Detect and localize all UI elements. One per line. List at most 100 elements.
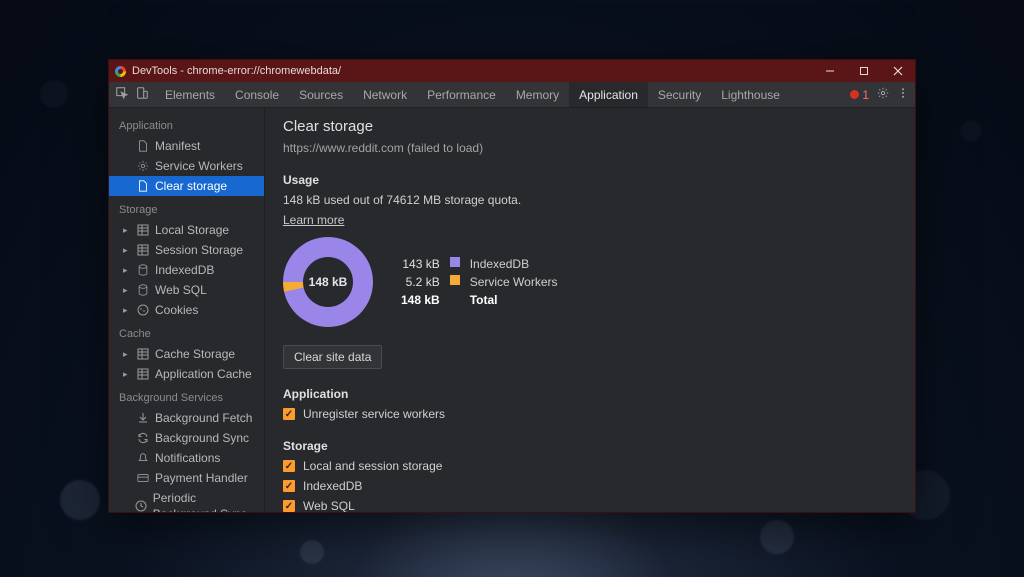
checkmark-icon: ✓ [283, 460, 295, 472]
checkbox-indexeddb[interactable]: ✓IndexedDB [283, 479, 897, 493]
db-icon [137, 284, 149, 296]
sidebar-section-application: Application [109, 112, 264, 136]
checkmark-icon: ✓ [283, 408, 295, 420]
legend-total-value: 148 kB [401, 293, 440, 307]
sidebar-item-manifest[interactable]: Manifest [109, 136, 264, 156]
usage-heading: Usage [283, 173, 897, 187]
sidebar-item-cache-storage[interactable]: ▸Cache Storage [109, 344, 264, 364]
sidebar-section-cache: Cache [109, 320, 264, 344]
sidebar-item-label: Background Fetch [155, 410, 252, 426]
chrome-favicon [115, 66, 126, 77]
sidebar-item-cookies[interactable]: ▸ Cookies [109, 300, 264, 320]
tab-network[interactable]: Network [353, 82, 417, 107]
tab-performance[interactable]: Performance [417, 82, 506, 107]
legend-swatch-icon [450, 275, 460, 285]
usage-summary: 148 kB used out of 74612 MB storage quot… [283, 193, 897, 207]
close-button[interactable] [881, 60, 915, 82]
legend-total-label: Total [470, 293, 558, 307]
sidebar-item-application-cache[interactable]: ▸Application Cache [109, 364, 264, 384]
error-count: 1 [862, 88, 869, 102]
tab-lighthouse[interactable]: Lighthouse [711, 82, 790, 107]
minimize-button[interactable] [813, 60, 847, 82]
expand-icon: ▸ [123, 302, 131, 318]
bell-icon [137, 452, 149, 464]
sidebar-item-background-sync[interactable]: Background Sync [109, 428, 264, 448]
usage-legend: 143 kBIndexedDB5.2 kBService Workers148 … [401, 257, 558, 307]
clear-site-data-button[interactable]: Clear site data [283, 345, 382, 369]
tab-application[interactable]: Application [569, 82, 648, 107]
titlebar[interactable]: DevTools - chrome-error://chromewebdata/ [109, 60, 915, 82]
error-dot-icon [850, 90, 859, 99]
sidebar-item-session-storage[interactable]: ▸Session Storage [109, 240, 264, 260]
expand-icon: ▸ [123, 242, 131, 258]
main-content: Clear storage https://www.reddit.com (fa… [265, 108, 915, 512]
error-badge[interactable]: 1 [850, 88, 869, 102]
checkbox-web-sql[interactable]: ✓ Web SQL [283, 499, 897, 512]
sidebar-item-web-sql[interactable]: ▸Web SQL [109, 280, 264, 300]
sidebar-item-label: Notifications [155, 450, 220, 466]
maximize-button[interactable] [847, 60, 881, 82]
sidebar-item-periodic-background-sync[interactable]: Periodic Background Sync [109, 488, 264, 512]
checkbox-label: Web SQL [303, 499, 355, 512]
usage-donut-chart: 148 kB [283, 237, 373, 327]
group-heading-storage: Storage [283, 439, 897, 453]
legend-value: 143 kB [401, 257, 440, 271]
gear-icon [137, 160, 149, 172]
sidebar-item-label: Payment Handler [155, 470, 248, 486]
devtools-tabbar: ElementsConsoleSourcesNetworkPerformance… [109, 82, 915, 108]
sidebar-item-notifications[interactable]: Notifications [109, 448, 264, 468]
tab-memory[interactable]: Memory [506, 82, 569, 107]
sidebar-item-label: Background Sync [155, 430, 249, 446]
sidebar-section-background-services: Background Services [109, 384, 264, 408]
more-menu-icon[interactable] [897, 87, 909, 102]
tab-elements[interactable]: Elements [155, 82, 225, 107]
learn-more-link[interactable]: Learn more [283, 213, 344, 227]
checkbox-label: Unregister service workers [303, 407, 445, 421]
tab-sources[interactable]: Sources [289, 82, 353, 107]
checkmark-icon: ✓ [283, 480, 295, 492]
sidebar-section-storage: Storage [109, 196, 264, 220]
window-title: DevTools - chrome-error://chromewebdata/ [132, 65, 341, 77]
tab-security[interactable]: Security [648, 82, 711, 107]
db-icon [137, 264, 149, 276]
card-icon [137, 472, 149, 484]
cookie-icon [137, 304, 149, 316]
sidebar-item-indexeddb[interactable]: ▸ IndexedDB [109, 260, 264, 280]
settings-gear-icon[interactable] [877, 87, 889, 102]
checkbox-local-and-session-storage[interactable]: ✓ Local and session storage [283, 459, 897, 473]
expand-icon: ▸ [123, 222, 131, 238]
sidebar-item-local-storage[interactable]: ▸ Local Storage [109, 220, 264, 240]
page-subtitle: https://www.reddit.com (failed to load) [283, 141, 897, 155]
legend-value: 5.2 kB [401, 275, 440, 289]
sidebar-item-label: Manifest [155, 138, 200, 154]
inspect-icon[interactable] [115, 86, 129, 103]
device-icon[interactable] [135, 86, 149, 103]
checkmark-icon: ✓ [283, 500, 295, 512]
sidebar-item-label: Local Storage [155, 222, 229, 238]
sidebar-item-label: Clear storage [155, 178, 227, 194]
sidebar-item-label: Web SQL [155, 282, 207, 298]
page-title: Clear storage [283, 118, 897, 135]
sidebar-item-service-workers[interactable]: Service Workers [109, 156, 264, 176]
donut-center-label: 148 kB [309, 275, 348, 289]
checkbox-unregister-service-workers[interactable]: ✓ Unregister service workers [283, 407, 897, 421]
grid-icon [137, 244, 149, 256]
legend-swatch-icon [450, 257, 460, 267]
sidebar-item-payment-handler[interactable]: Payment Handler [109, 468, 264, 488]
clock-icon [135, 500, 147, 512]
sidebar-item-label: IndexedDB [155, 262, 214, 278]
sidebar-item-label: Application Cache [155, 366, 252, 382]
checkbox-label: Local and session storage [303, 459, 442, 473]
sidebar-item-label: Cache Storage [155, 346, 235, 362]
file-icon [137, 180, 149, 192]
sidebar-item-background-fetch[interactable]: Background Fetch [109, 408, 264, 428]
file-icon [137, 140, 149, 152]
fetch-icon [137, 412, 149, 424]
sidebar-item-label: Cookies [155, 302, 198, 318]
expand-icon: ▸ [123, 262, 131, 278]
sidebar-item-clear-storage[interactable]: Clear storage [109, 176, 264, 196]
sidebar-item-label: Periodic Background Sync [153, 490, 254, 512]
application-sidebar: Application Manifest Service Workers Clear … [109, 108, 265, 512]
group-heading-application: Application [283, 387, 897, 401]
tab-console[interactable]: Console [225, 82, 289, 107]
